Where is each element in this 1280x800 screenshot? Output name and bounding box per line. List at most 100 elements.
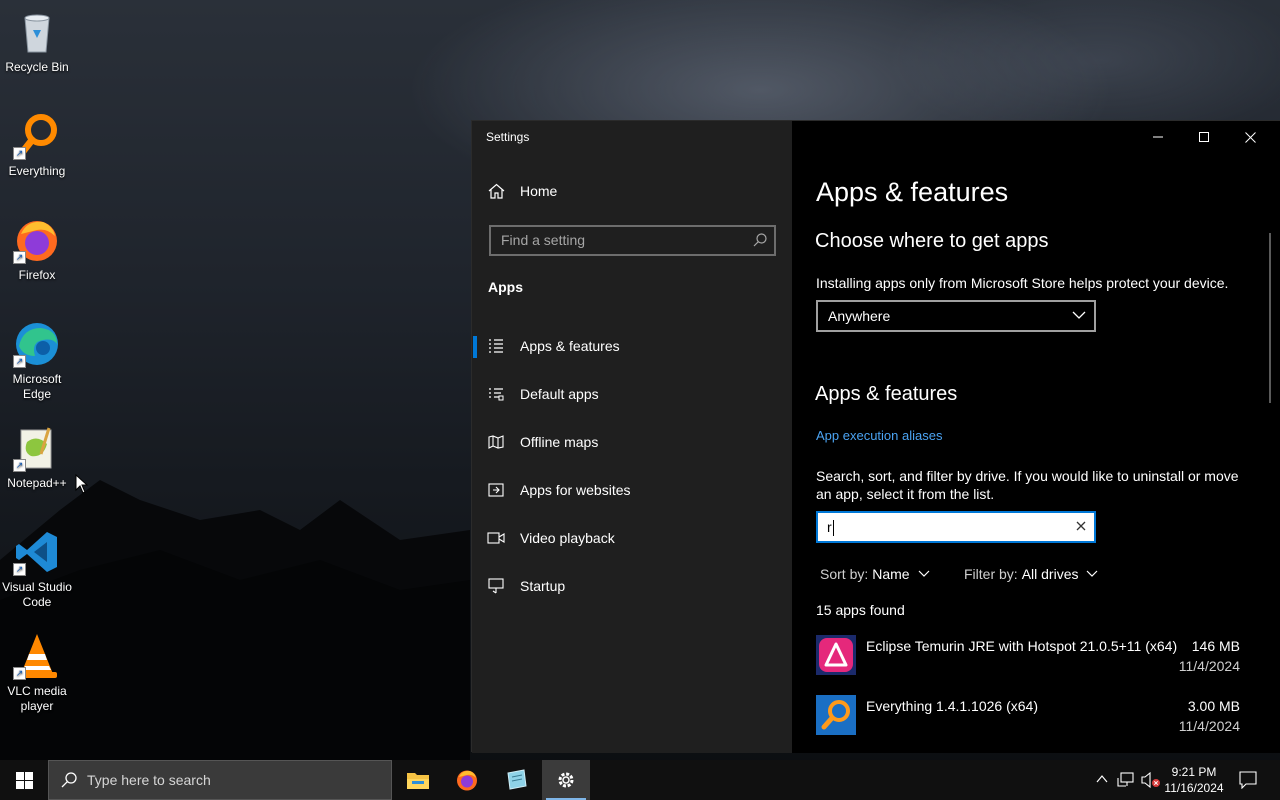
desktop-icon-firefox[interactable]: ↗ Firefox xyxy=(0,216,74,283)
window-title: Settings xyxy=(486,130,530,144)
notepad-icon xyxy=(507,769,527,790)
taskbar-notepad[interactable] xyxy=(492,760,540,800)
search-description: Search, sort, and filter by drive. If yo… xyxy=(816,468,1239,502)
clock-date: 11/16/2024 xyxy=(1164,781,1224,795)
system-clock[interactable]: 9:21 PM 11/16/2024 xyxy=(1160,764,1228,796)
app-execution-aliases-link[interactable]: App execution aliases xyxy=(816,428,942,443)
list-icon xyxy=(489,339,503,353)
app-source-dropdown[interactable]: Anywhere xyxy=(816,300,1096,332)
filter-by-dropdown[interactable]: Filter by: All drives xyxy=(964,566,1098,582)
taskbar: Type here to search 9:21 PM 11/16/2024 xyxy=(0,760,1280,800)
apps-features-heading: Apps & features xyxy=(815,383,958,405)
scrollbar[interactable] xyxy=(1269,233,1271,403)
chevron-down-icon xyxy=(918,570,930,577)
taskbar-search-placeholder: Type here to search xyxy=(87,772,211,788)
vlc-icon: ↗ xyxy=(13,632,61,680)
find-setting-placeholder: Find a setting xyxy=(501,232,586,248)
shortcut-arrow-icon: ↗ xyxy=(13,459,26,472)
desktop-icon-label: Visual Studio Code xyxy=(2,580,72,609)
sidebar-item-label: Startup xyxy=(520,578,566,594)
sidebar-item-offline-maps[interactable]: Offline maps xyxy=(472,422,792,462)
sidebar-item-label: Offline maps xyxy=(520,434,599,450)
volume-muted-icon[interactable] xyxy=(1141,772,1161,788)
sort-by-dropdown[interactable]: Sort by: Name xyxy=(820,566,930,582)
edge-icon: ↗ xyxy=(13,320,61,368)
taskbar-settings[interactable] xyxy=(542,760,590,800)
text-caret xyxy=(832,520,834,537)
find-setting-input[interactable]: Find a setting xyxy=(489,225,776,256)
taskbar-firefox[interactable] xyxy=(443,760,491,800)
firefox-icon xyxy=(457,770,477,791)
gear-icon xyxy=(558,772,574,788)
map-icon xyxy=(488,435,504,449)
sidebar-item-label: Video playback xyxy=(520,530,615,546)
clock-time: 9:21 PM xyxy=(1171,765,1217,779)
windows-logo-icon xyxy=(15,771,33,789)
desktop-icon-vlc[interactable]: ↗ VLC media player xyxy=(0,632,74,714)
minimize-button[interactable] xyxy=(1135,121,1181,153)
app-search-value: r xyxy=(827,519,832,535)
website-icon xyxy=(488,483,504,497)
firefox-icon: ↗ xyxy=(13,216,61,264)
taskbar-search-box[interactable]: Type here to search xyxy=(48,760,392,800)
app-list-item[interactable]: Eclipse Temurin JRE with Hotspot 21.0.5+… xyxy=(816,635,1240,685)
app-install-date: 11/4/2024 xyxy=(1178,658,1240,674)
selected-indicator xyxy=(473,336,477,358)
sort-value: Name xyxy=(872,566,910,582)
mouse-cursor-icon xyxy=(75,474,89,494)
app-name: Eclipse Temurin JRE with Hotspot 21.0.5+… xyxy=(866,638,1178,654)
filter-value: All drives xyxy=(1021,566,1079,582)
sidebar-item-label: Default apps xyxy=(520,386,599,402)
nav-home-label: Home xyxy=(520,183,558,199)
desktop-icon-notepad-plus-plus[interactable]: ↗ Notepad++ xyxy=(0,424,74,491)
app-size: 3.00 MB xyxy=(1187,698,1240,714)
shortcut-arrow-icon: ↗ xyxy=(13,355,26,368)
search-icon xyxy=(61,772,77,788)
sidebar-item-video-playback[interactable]: Video playback xyxy=(472,518,792,558)
close-icon[interactable] xyxy=(1075,520,1087,532)
sidebar-item-label: Apps & features xyxy=(520,338,620,354)
settings-window: Home Find a setting Apps Apps & features… xyxy=(471,120,1280,753)
app-size: 146 MB xyxy=(1191,638,1240,654)
settings-sidebar: Home Find a setting Apps Apps & features… xyxy=(472,121,792,753)
sidebar-item-startup[interactable]: Startup xyxy=(472,566,792,606)
title-bar[interactable]: Settings xyxy=(472,121,1279,153)
settings-main-pane: Apps & features Choose where to get apps… xyxy=(792,121,1280,753)
chevron-up-icon[interactable] xyxy=(1096,774,1108,784)
desktop-icon-label: Everything xyxy=(8,164,66,178)
desktop-icon-label: Firefox xyxy=(18,268,56,282)
choose-apps-heading: Choose where to get apps xyxy=(815,230,1049,252)
everything-icon xyxy=(816,695,856,735)
sidebar-item-apps-for-websites[interactable]: Apps for websites xyxy=(472,470,792,510)
app-list-item[interactable]: Everything 1.4.1.1026 (x64) 3.00 MB 11/4… xyxy=(816,695,1240,745)
nav-home[interactable]: Home xyxy=(488,183,557,199)
notification-icon[interactable] xyxy=(1239,771,1257,789)
eclipse-temurin-icon xyxy=(816,635,856,675)
notepad-plus-plus-icon: ↗ xyxy=(13,424,61,472)
desktop-icon-microsoft-edge[interactable]: ↗ Microsoft Edge xyxy=(0,320,74,402)
minimize-icon xyxy=(1153,136,1163,138)
close-icon xyxy=(1244,131,1256,143)
app-source-selected: Anywhere xyxy=(828,308,891,324)
home-icon xyxy=(488,183,505,199)
recycle-bin-icon xyxy=(13,8,61,56)
maximize-icon xyxy=(1199,132,1209,142)
desktop-icon-recycle-bin[interactable]: Recycle Bin xyxy=(0,8,74,75)
sidebar-item-apps-features[interactable]: Apps & features xyxy=(472,326,792,366)
app-install-date: 11/4/2024 xyxy=(1178,718,1240,734)
sidebar-item-default-apps[interactable]: Default apps xyxy=(472,374,792,414)
desktop-icon-everything[interactable]: ↗ Everything xyxy=(0,112,74,179)
taskbar-file-explorer[interactable] xyxy=(394,760,442,800)
start-button[interactable] xyxy=(0,760,48,800)
startup-icon xyxy=(488,578,504,594)
network-icon[interactable] xyxy=(1117,772,1135,788)
app-search-input[interactable]: r xyxy=(816,511,1096,543)
shortcut-arrow-icon: ↗ xyxy=(13,563,26,576)
page-title: Apps & features xyxy=(816,177,1009,207)
default-apps-icon xyxy=(489,388,504,401)
maximize-button[interactable] xyxy=(1181,121,1227,153)
search-icon xyxy=(753,233,767,247)
desktop-icon-vscode[interactable]: ↗ Visual Studio Code xyxy=(0,528,74,610)
close-button[interactable] xyxy=(1227,121,1273,153)
shortcut-arrow-icon: ↗ xyxy=(13,147,26,160)
